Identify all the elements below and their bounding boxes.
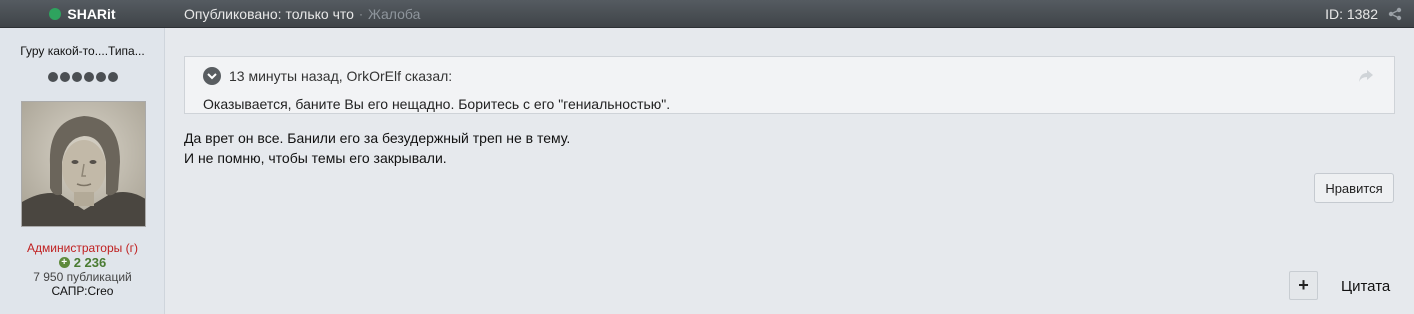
like-button[interactable]: Нравится	[1314, 173, 1394, 203]
posts-count: 7 950 публикаций	[33, 270, 132, 284]
online-status-icon	[49, 8, 62, 20]
go-to-quote-icon[interactable]	[1358, 69, 1374, 83]
meta-separator: ·	[358, 7, 363, 21]
post-header: SHARit Опубликовано: только что · Жалоба…	[0, 0, 1414, 28]
cad-field: САПР:Creo	[51, 284, 114, 298]
reputation-plus-icon: +	[58, 257, 70, 268]
post-id-area: ID: 1382	[1325, 0, 1402, 28]
rank-pip	[47, 72, 58, 82]
chevron-down-icon[interactable]	[203, 67, 221, 85]
author-name-link[interactable]: SHARit	[67, 6, 115, 22]
reputation-value: 2 236	[73, 255, 107, 270]
author-title: Гуру какой-то....Типа...	[20, 44, 145, 58]
rank-pip	[59, 72, 70, 82]
share-icon[interactable]	[1388, 7, 1402, 21]
rank-pip	[83, 72, 94, 82]
post-id[interactable]: ID: 1382	[1325, 6, 1378, 22]
report-link[interactable]: Жалоба	[368, 6, 420, 22]
avatar-photo	[22, 102, 145, 226]
rank-pip	[95, 72, 106, 82]
post-line: И не помню, чтобы темы его закрывали.	[184, 150, 447, 166]
avatar[interactable]	[21, 101, 146, 227]
rank-pip	[71, 72, 82, 82]
author-header: SHARit	[0, 0, 165, 28]
published-time[interactable]: Опубликовано: только что	[184, 6, 354, 22]
quote-block: 13 минуты назад, OrkOrElf сказал: Оказыв…	[184, 56, 1395, 114]
quote-citation: 13 минуты назад, OrkOrElf сказал:	[203, 67, 452, 85]
author-group: Администраторы (г)	[27, 241, 138, 255]
post-body: Да врет он все. Банили его за безудержны…	[184, 128, 570, 168]
post-meta: Опубликовано: только что · Жалоба	[184, 0, 420, 28]
quote-button[interactable]: Цитата	[1341, 278, 1390, 295]
rank-pips	[0, 72, 165, 82]
quote-text: Оказывается, баните Вы его нещадно. Бори…	[203, 96, 671, 112]
reputation[interactable]: + 2 236	[0, 255, 165, 270]
post-line: Да врет он все. Банили его за безудержны…	[184, 130, 571, 146]
rank-pip	[107, 72, 118, 82]
author-sidebar: Гуру какой-то....Типа... Администраторы …	[0, 28, 165, 314]
multiquote-button[interactable]: +	[1289, 271, 1318, 300]
quote-header-text[interactable]: 13 минуты назад, OrkOrElf сказал:	[229, 68, 452, 84]
